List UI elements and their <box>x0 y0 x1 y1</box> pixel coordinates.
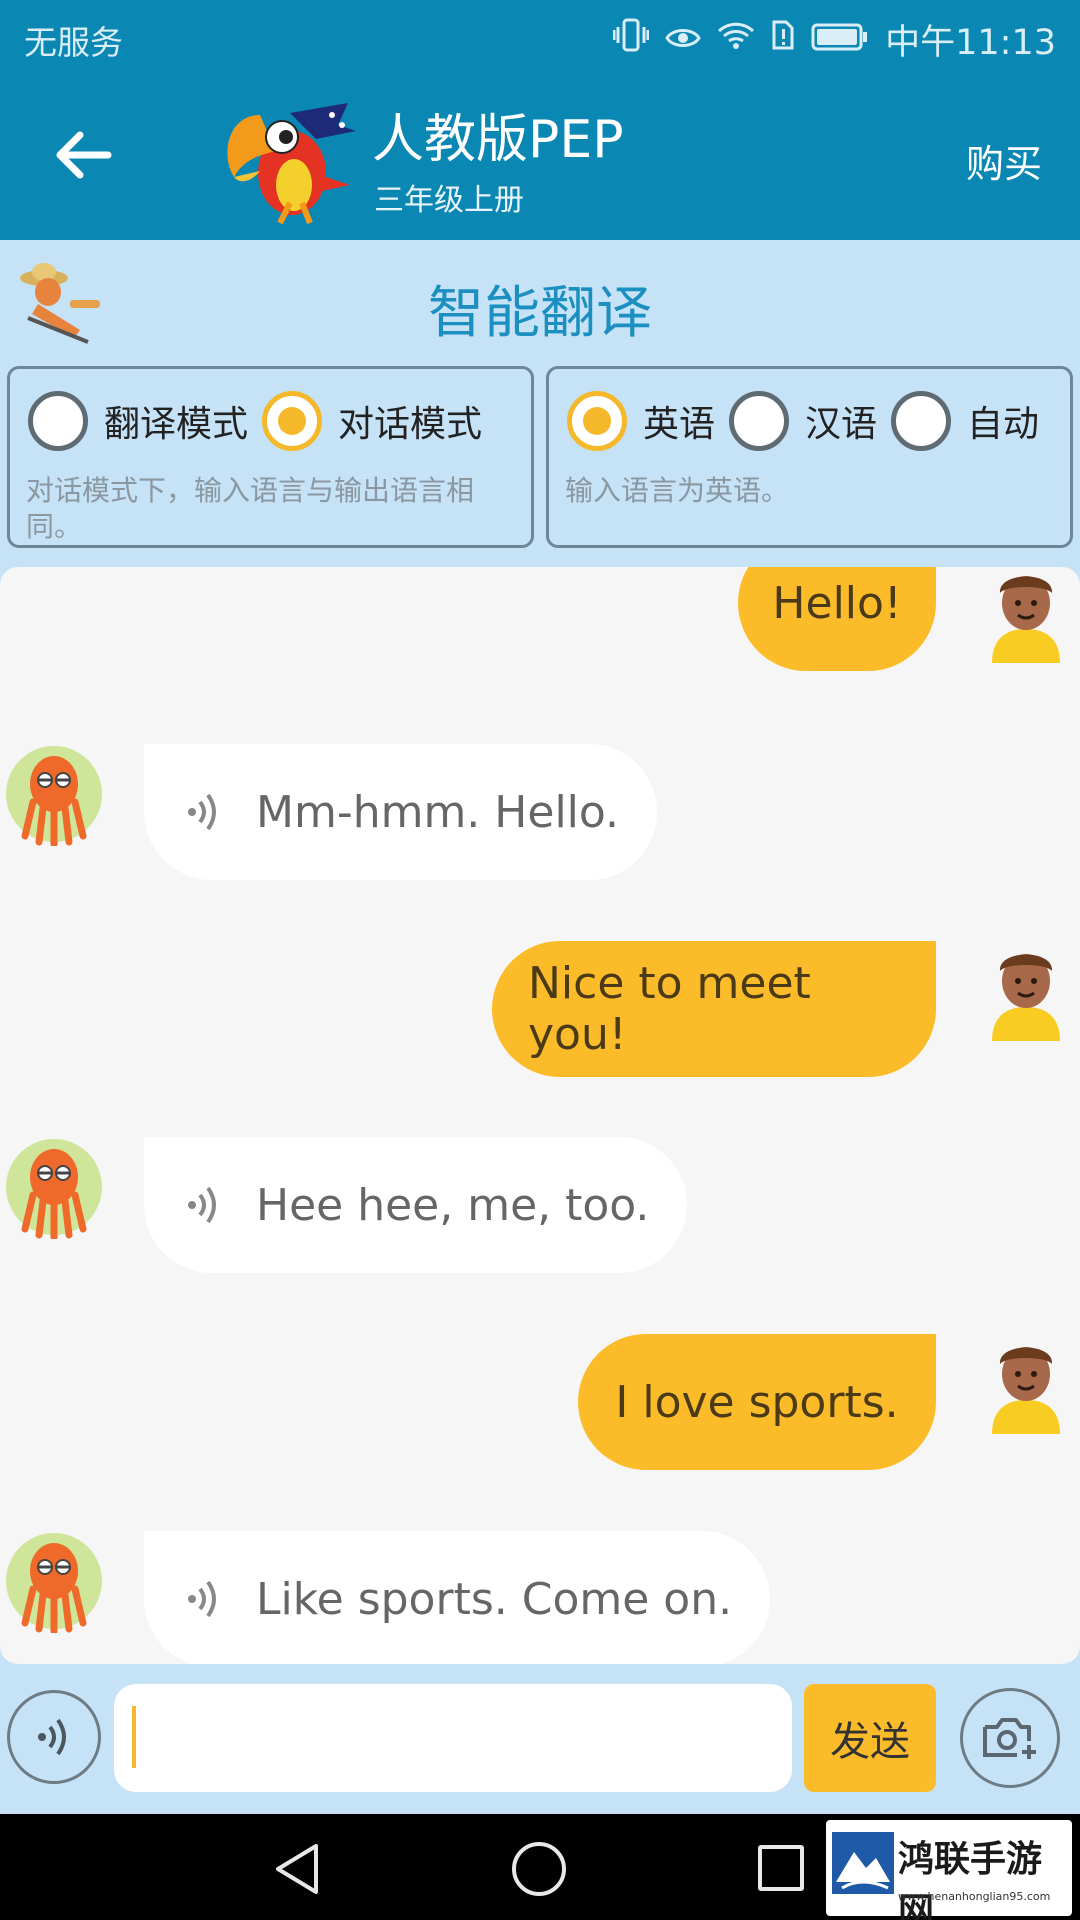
user-message-bubble[interactable]: Hello! <box>738 567 936 671</box>
bot-avatar <box>5 1529 103 1635</box>
bot-message-bubble[interactable]: Hee hee, me, too. <box>144 1137 688 1273</box>
section-header: 智能翻译 <box>0 240 1080 360</box>
app-title: 人教版PEP <box>372 110 624 170</box>
bot-message-bubble[interactable]: Like sports. Come on. <box>144 1531 771 1664</box>
user-message-bubble[interactable]: I love sports. <box>578 1334 936 1470</box>
language-radio-group: 英语 汉语 自动 <box>567 391 1053 451</box>
radio-circle-selected <box>262 391 323 451</box>
mode-hint: 对话模式下，输入语言与输出语言相同。 <box>26 474 475 543</box>
wifi-icon <box>717 20 755 60</box>
language-radio-chinese[interactable]: 汉语 <box>729 391 877 451</box>
user-message-text: Nice to meet you! <box>528 958 811 1060</box>
camera-add-icon <box>983 1718 1036 1759</box>
voice-input-button[interactable] <box>7 1690 101 1784</box>
language-radio-english[interactable]: 英语 <box>567 391 715 451</box>
radio-circle <box>28 391 88 451</box>
vibrate-icon <box>612 18 650 61</box>
bot-message-text: Mm-hmm. Hello. <box>256 786 620 838</box>
radio-label: 英语 <box>643 404 716 445</box>
status-icons: 中午11:13 <box>612 14 1056 65</box>
chat-area[interactable]: Hello! Mm-hmm. Hello. Nice to meet you! … <box>0 567 1080 1664</box>
bot-message-text: Like sports. Come on. <box>256 1573 733 1625</box>
radio-label: 对话模式 <box>338 404 483 445</box>
language-hint: 输入语言为英语。 <box>565 474 790 507</box>
watermark-title: 鸿联手游网 <box>898 1838 1043 1920</box>
radio-circle <box>891 391 952 451</box>
app-subtitle: 三年级上册 <box>374 183 524 218</box>
radio-circle-selected <box>567 391 627 451</box>
user-avatar <box>986 941 1066 1041</box>
mode-options-panel: 翻译模式 对话模式 对话模式下，输入语言与输出语言相同。 <box>7 366 534 548</box>
radio-label: 翻译模式 <box>104 404 249 445</box>
user-message-bubble[interactable]: Nice to meet you! <box>492 941 936 1077</box>
buy-button[interactable]: 购买 <box>966 133 1042 188</box>
speaker-icon[interactable] <box>182 1577 226 1621</box>
mode-radio-translate[interactable]: 翻译模式 <box>28 391 248 451</box>
eye-icon <box>665 20 701 60</box>
language-radio-auto[interactable]: 自动 <box>891 391 1039 451</box>
speaker-icon[interactable] <box>182 1183 226 1227</box>
back-arrow-icon <box>56 131 112 179</box>
message-input[interactable] <box>114 1684 792 1792</box>
battery-icon <box>811 20 869 60</box>
nav-back-icon[interactable] <box>272 1842 322 1896</box>
radio-label: 汉语 <box>805 404 878 445</box>
nav-recent-icon[interactable] <box>758 1845 804 1891</box>
nav-home-icon[interactable] <box>512 1842 566 1896</box>
watermark-logo-icon <box>832 1832 894 1894</box>
radio-label: 自动 <box>967 404 1040 445</box>
voice-input-icon <box>38 1718 66 1756</box>
carrier-label: 无服务 <box>24 23 123 62</box>
camera-button[interactable] <box>960 1688 1060 1788</box>
user-avatar <box>986 567 1066 663</box>
mode-radio-group: 翻译模式 对话模式 <box>28 391 496 451</box>
system-nav-bar: 鸿联手游网 www.henanhonglian95.com <box>0 1814 1080 1920</box>
language-options-panel: 英语 汉语 自动 输入语言为英语。 <box>546 366 1073 548</box>
input-bar: 发送 <box>0 1664 1080 1814</box>
app-header: 人教版PEP 三年级上册 购买 <box>0 75 1080 240</box>
watermark-url: www.henanhonglian95.com <box>898 1890 1051 1903</box>
user-message-text: Hello! <box>772 577 902 629</box>
sim-alert-icon <box>771 19 795 60</box>
status-time: 中午11:13 <box>885 23 1056 63</box>
status-bar: 无服务 中午11:13 <box>0 0 1080 75</box>
send-button[interactable]: 发送 <box>804 1684 936 1792</box>
mode-radio-dialogue[interactable]: 对话模式 <box>262 391 482 451</box>
bot-message-bubble[interactable]: Mm-hmm. Hello. <box>144 744 658 880</box>
back-button[interactable] <box>48 120 118 190</box>
section-title: 智能翻译 <box>428 281 652 346</box>
speaker-icon[interactable] <box>182 790 226 834</box>
radio-circle <box>729 391 790 451</box>
bot-message-text: Hee hee, me, too. <box>256 1179 650 1231</box>
bot-avatar <box>5 742 103 848</box>
user-avatar <box>986 1334 1066 1434</box>
parrot-mascot-icon <box>220 85 360 230</box>
user-message-text: I love sports. <box>615 1376 899 1428</box>
bot-avatar <box>5 1135 103 1241</box>
watermark: 鸿联手游网 www.henanhonglian95.com <box>826 1820 1072 1920</box>
text-caret <box>132 1706 136 1768</box>
